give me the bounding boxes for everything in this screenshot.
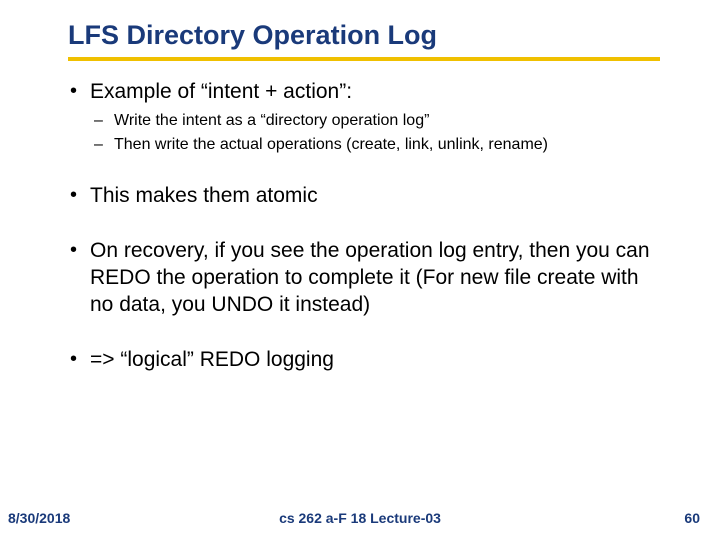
slide-content: Example of “intent + action”: Write the … [68, 79, 660, 374]
bullet-item: On recovery, if you see the operation lo… [68, 238, 660, 319]
bullet-item: => “logical” REDO logging [68, 347, 660, 374]
title-underline [68, 57, 660, 61]
footer-page-number: 60 [684, 510, 700, 526]
footer-center: cs 262 a-F 18 Lecture-03 [279, 510, 441, 526]
bullet-item: This makes them atomic [68, 183, 660, 210]
bullet-text: => “logical” REDO logging [90, 348, 334, 371]
bullet-text: This makes them atomic [90, 184, 318, 207]
footer-date: 8/30/2018 [8, 510, 70, 526]
sub-bullet-list: Write the intent as a “directory operati… [90, 111, 660, 156]
bullet-item: Example of “intent + action”: Write the … [68, 79, 660, 155]
bullet-text: On recovery, if you see the operation lo… [90, 239, 650, 316]
slide: LFS Directory Operation Log Example of “… [0, 0, 720, 540]
slide-title: LFS Directory Operation Log [68, 20, 660, 51]
sub-bullet-item: Write the intent as a “directory operati… [90, 111, 660, 132]
sub-bullet-item: Then write the actual operations (create… [90, 135, 660, 156]
bullet-text: Example of “intent + action”: [90, 80, 352, 103]
bullet-list: Example of “intent + action”: Write the … [68, 79, 660, 374]
title-block: LFS Directory Operation Log [68, 20, 660, 61]
